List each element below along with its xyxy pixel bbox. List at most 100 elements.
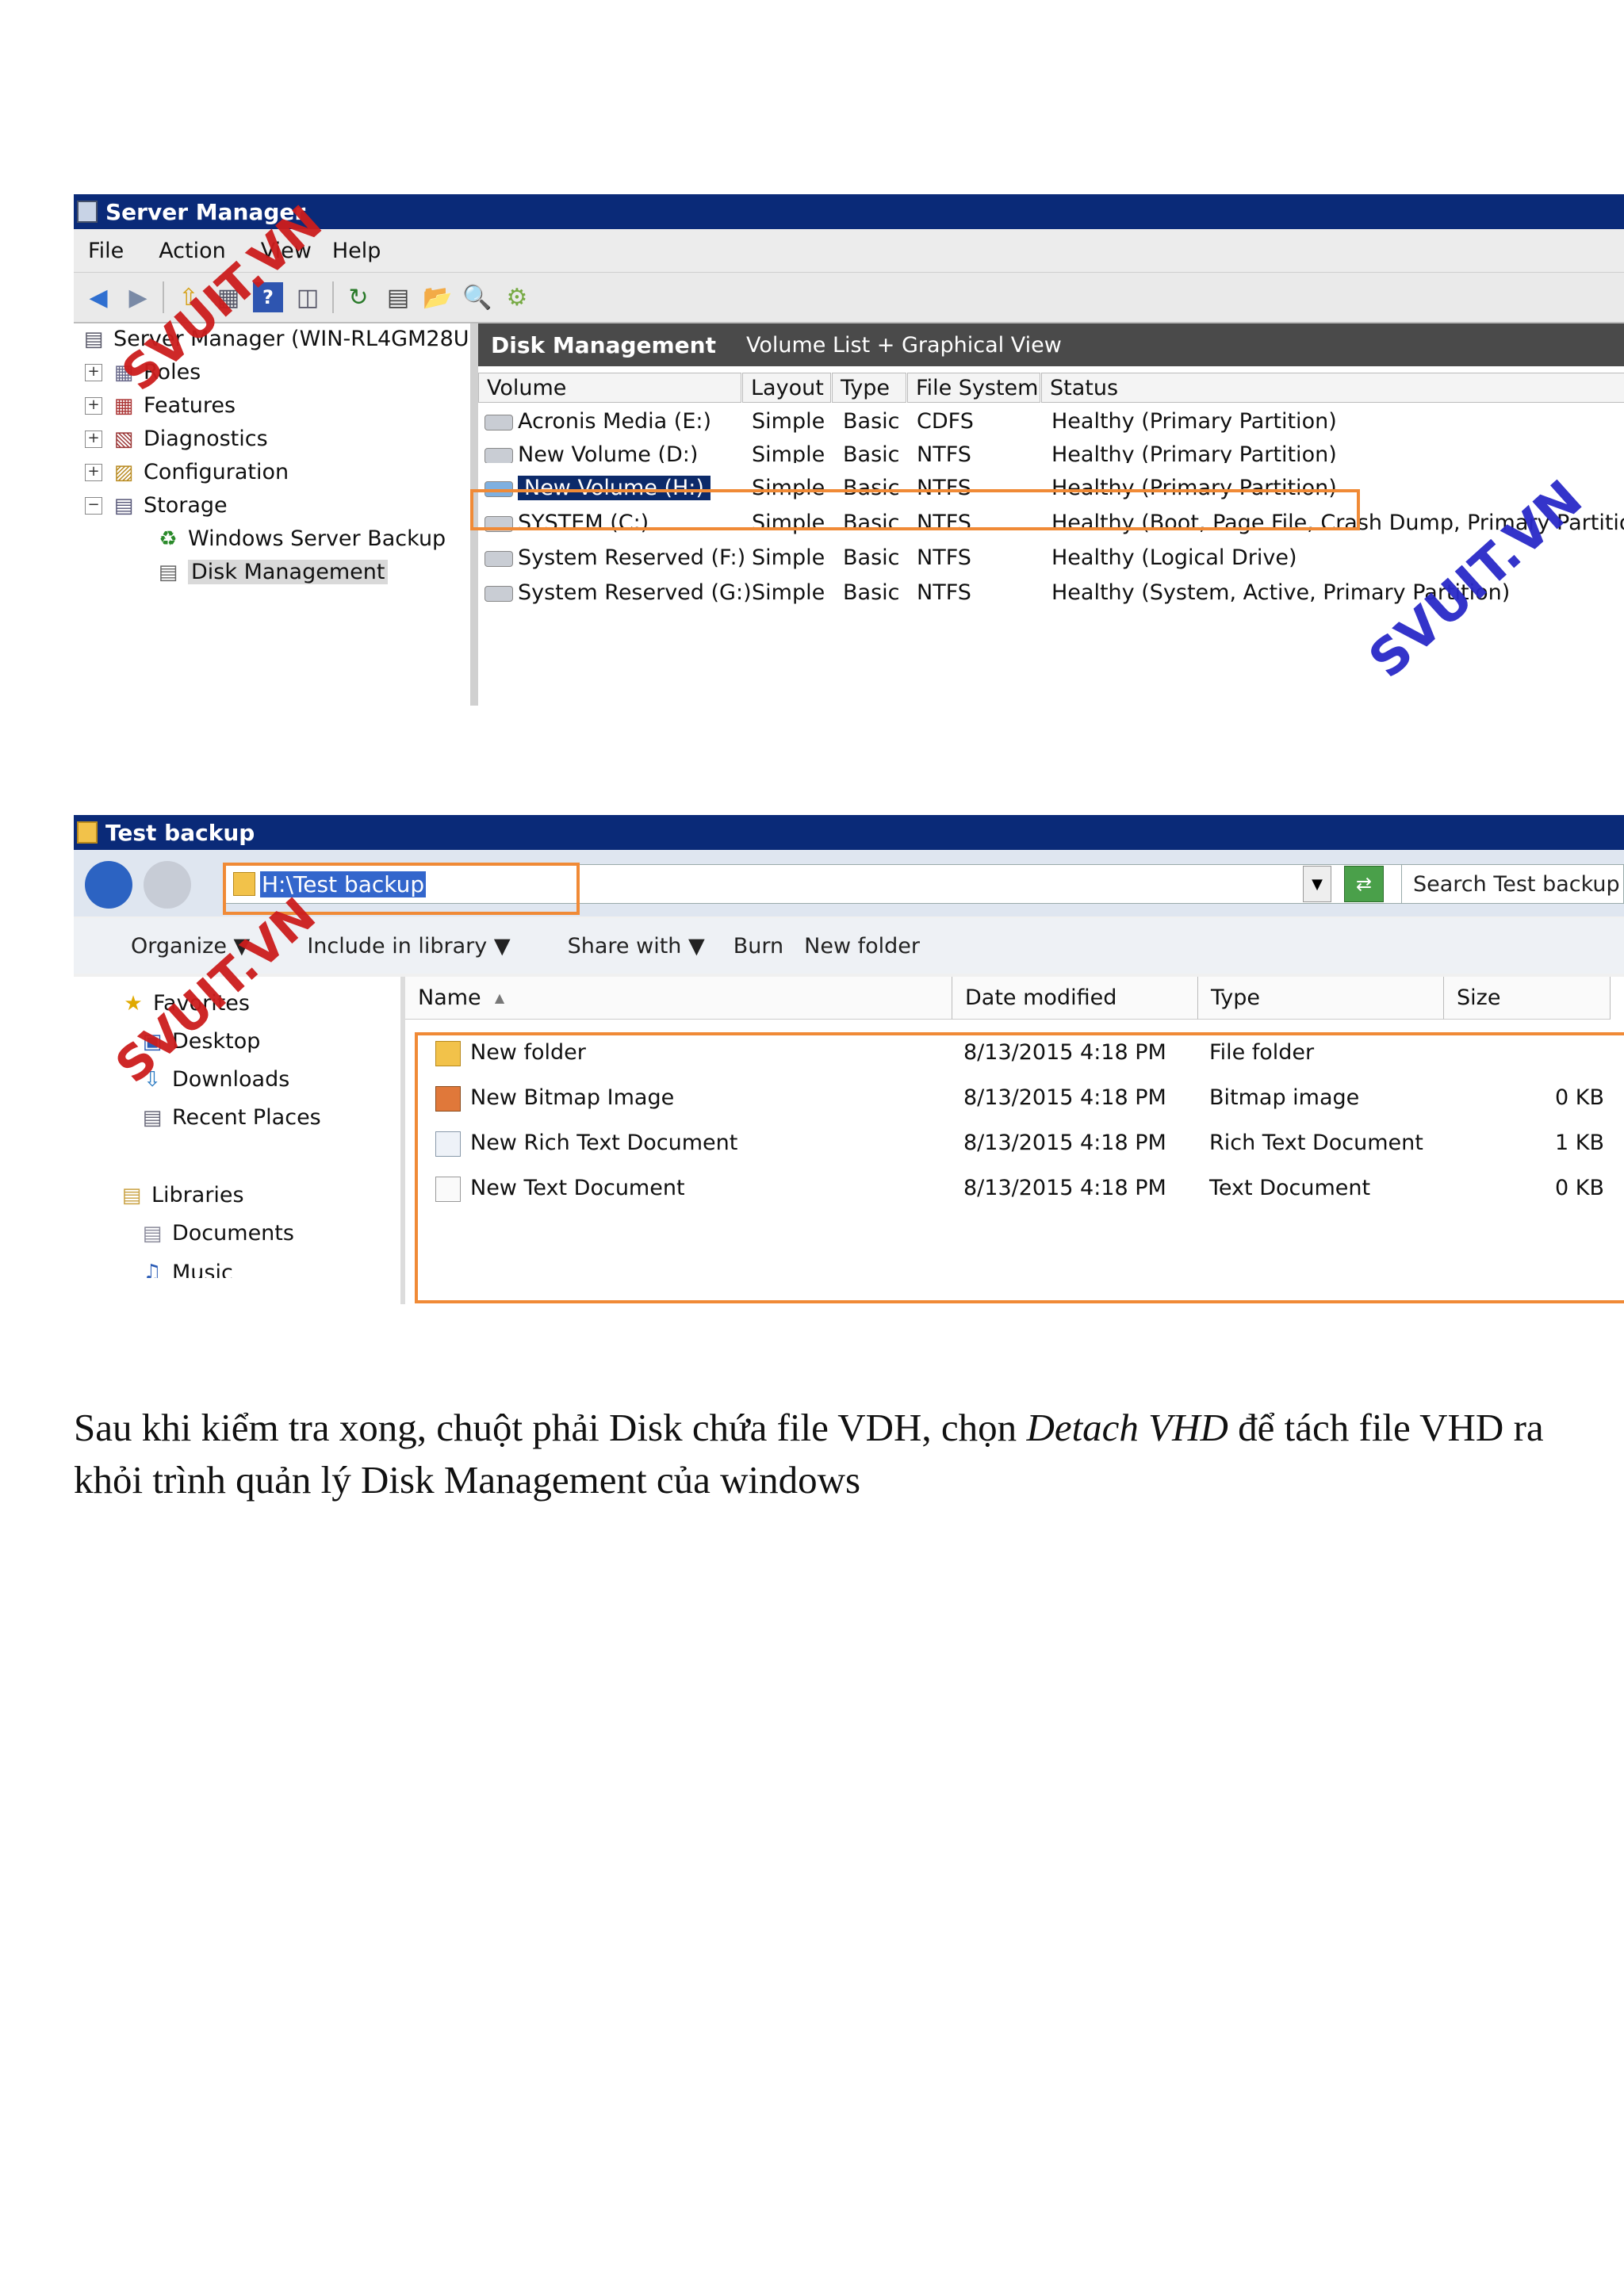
tree-item-label: Diagnostics <box>144 427 268 451</box>
nav-label: Libraries <box>151 1183 244 1207</box>
server-icon <box>77 201 98 223</box>
tree-item-storage[interactable]: − ▤ Storage <box>85 493 228 518</box>
cd-drive-icon <box>485 414 513 430</box>
volume-layout: Simple <box>752 409 825 434</box>
backup-icon: ♻ <box>159 526 178 551</box>
nav-label: Downloads <box>172 1067 290 1092</box>
diagnostics-icon: ▧ <box>113 427 134 451</box>
window-title: Test backup <box>105 819 255 846</box>
volume-type: Basic <box>843 545 900 570</box>
forward-arrow-icon[interactable]: ▶ <box>123 282 153 312</box>
column-header-file-system[interactable]: File System <box>907 373 1040 403</box>
tree-item-features[interactable]: + ▦ Features <box>85 393 236 418</box>
burn-button[interactable]: Burn <box>733 934 783 959</box>
music-icon: ♫ <box>143 1261 162 1278</box>
expand-icon[interactable]: + <box>85 463 102 481</box>
volume-type: Basic <box>843 442 900 463</box>
star-icon: ★ <box>124 991 143 1016</box>
open-folder-icon[interactable]: 📂 <box>423 282 453 312</box>
volume-status: Healthy (Logical Drive) <box>1051 545 1297 570</box>
drive-icon <box>485 585 513 602</box>
volume-layout: Simple <box>752 545 825 570</box>
disk-icon: ▤ <box>158 560 178 584</box>
instruction-paragraph: Sau khi kiểm tra xong, chuột phải Disk c… <box>74 1402 1565 1506</box>
volume-layout: Simple <box>752 442 825 463</box>
column-header-date-modified[interactable]: Date modified <box>952 977 1198 1020</box>
show-pane-icon[interactable]: ◫ <box>293 282 323 312</box>
toolbar-separator <box>163 281 164 313</box>
highlight-box-volume-h <box>470 489 1360 530</box>
drive-icon <box>485 447 513 463</box>
back-arrow-icon[interactable]: ◀ <box>83 282 113 312</box>
refresh-icon[interactable]: ↻ <box>343 282 373 312</box>
settings-icon[interactable]: ⚙ <box>502 282 532 312</box>
nav-label: Recent Places <box>172 1105 321 1130</box>
column-header-type[interactable]: Type <box>832 373 906 403</box>
tree-item-label: Storage <box>144 493 228 518</box>
tree-item-label: Disk Management <box>188 560 389 584</box>
toolbar: ◀ ▶ ⇧ ▦ ? ◫ ↻ ▤ 📂 🔍 ⚙ <box>74 273 1624 323</box>
features-icon: ▦ <box>113 393 134 418</box>
paragraph-text: Sau khi kiểm tra xong, chuột phải Disk c… <box>74 1406 1027 1449</box>
volume-type: Basic <box>843 409 900 434</box>
table-row[interactable]: Acronis Media (E:) Simple Basic CDFS Hea… <box>478 406 1624 439</box>
nav-recent-places[interactable]: ▤ Recent Places <box>139 1105 321 1130</box>
chevron-down-icon[interactable]: ▼ <box>1303 866 1331 902</box>
recent-places-icon: ▤ <box>142 1105 163 1130</box>
navigation-pane: ★ Favorites ▣ Desktop ⇩ Downloads ▤ Rece… <box>74 977 400 1304</box>
search-input[interactable]: Search Test backup <box>1401 864 1624 904</box>
volume-layout: Simple <box>752 580 825 605</box>
volume-name: New Volume (D:) <box>518 442 699 463</box>
refresh-icon[interactable]: ⇄ <box>1344 866 1384 902</box>
volume-name: Acronis Media (E:) <box>518 409 712 434</box>
volume-file-system: CDFS <box>917 409 974 434</box>
column-header-name[interactable]: Name ▲ <box>405 977 952 1020</box>
nav-music[interactable]: ♫ Music <box>139 1261 232 1278</box>
storage-icon: ▤ <box>113 493 134 518</box>
share-with-button[interactable]: Share with ▼ <box>539 934 705 959</box>
volume-file-system: NTFS <box>917 545 971 570</box>
volume-file-system: NTFS <box>917 580 971 605</box>
volume-file-system: NTFS <box>917 442 971 463</box>
column-header-type[interactable]: Type <box>1198 977 1444 1020</box>
table-row[interactable]: New Volume (D:) Simple Basic NTFS Health… <box>478 439 1624 463</box>
paragraph-emphasis: Detach VHD <box>1026 1406 1228 1449</box>
volume-status: Healthy (Primary Partition) <box>1051 442 1337 463</box>
tree-item-label: Windows Server Backup <box>188 526 446 551</box>
volume-name: System Reserved (G:) <box>518 580 752 605</box>
forward-button[interactable] <box>144 861 191 909</box>
column-header-layout[interactable]: Layout <box>742 373 831 403</box>
configuration-icon: ▨ <box>113 460 134 484</box>
new-folder-button[interactable]: New folder <box>804 934 920 959</box>
highlight-box-file-list <box>415 1032 1624 1303</box>
panel-header: Disk Management Volume List + Graphical … <box>478 323 1624 366</box>
nav-libraries[interactable]: ▤ Libraries <box>118 1183 244 1207</box>
panel-view-mode: Volume List + Graphical View <box>745 332 1062 358</box>
nav-label: Documents <box>172 1221 294 1246</box>
expand-icon[interactable]: + <box>85 363 102 381</box>
column-header-status[interactable]: Status <box>1041 373 1624 403</box>
tree-item-configuration[interactable]: + ▨ Configuration <box>85 460 289 484</box>
libraries-icon: ▤ <box>121 1183 142 1207</box>
column-header-size[interactable]: Size <box>1444 977 1611 1020</box>
column-header-volume[interactable]: Volume <box>478 373 741 403</box>
volume-type: Basic <box>843 580 900 605</box>
back-button[interactable] <box>85 861 132 909</box>
nav-documents[interactable]: ▤ Documents <box>139 1221 294 1246</box>
tree-item-windows-server-backup[interactable]: ♻ Windows Server Backup <box>155 526 446 551</box>
properties-icon[interactable]: ▤ <box>383 282 413 312</box>
menu-action[interactable]: Action <box>159 239 226 263</box>
server-icon: ▤ <box>83 327 104 351</box>
expand-icon[interactable]: + <box>85 430 102 448</box>
menu-file[interactable]: File <box>88 239 124 263</box>
tree-item-disk-management[interactable]: ▤ Disk Management <box>155 560 389 584</box>
expand-icon[interactable]: + <box>85 396 102 415</box>
collapse-icon[interactable]: − <box>85 496 102 515</box>
panel-title: Disk Management <box>491 331 716 358</box>
menu-help[interactable]: Help <box>332 239 381 263</box>
search-icon[interactable]: 🔍 <box>462 282 492 312</box>
explorer-titlebar: Test backup <box>74 815 1624 850</box>
volume-name: System Reserved (F:) <box>518 545 746 570</box>
tree-item-diagnostics[interactable]: + ▧ Diagnostics <box>85 427 268 451</box>
tree-item-label: Configuration <box>144 460 289 484</box>
